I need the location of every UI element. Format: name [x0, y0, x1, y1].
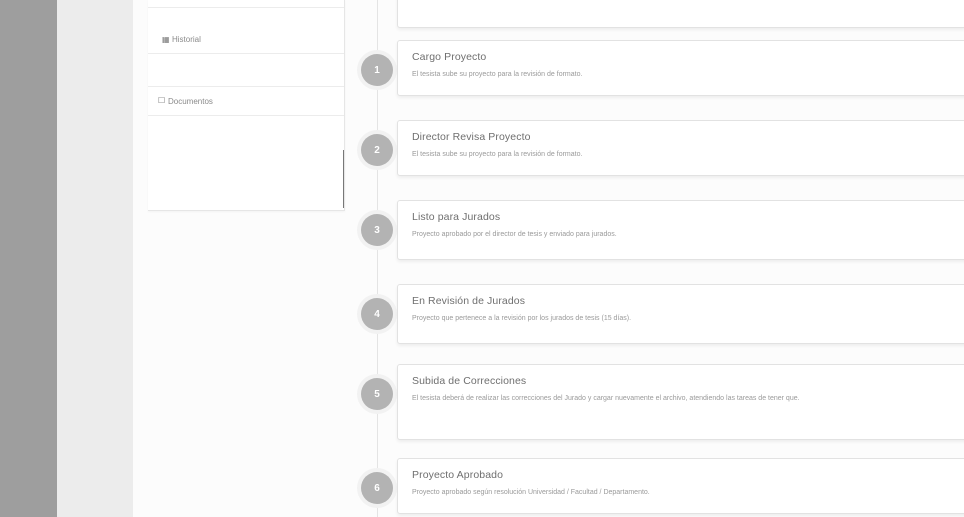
nav-item-label: Historial — [172, 35, 201, 44]
step-title: Cargo Proyecto — [412, 51, 487, 63]
step-card: En Revisión de Jurados Proyecto que pert… — [397, 284, 964, 344]
step-description: El tesista sube su proyecto para la revi… — [412, 151, 583, 158]
nav-item-label: Documentos — [168, 96, 213, 106]
nav-item-historial[interactable]: ▦ Historial — [148, 26, 344, 54]
step-card: Cargo Proyecto El tesista sube su proyec… — [397, 40, 964, 96]
app-window: ▦ Historial ☐ Documentos 1 Cargo Proyect… — [0, 0, 964, 517]
folder-icon: ☐ — [158, 96, 166, 105]
step-title: Proyecto Aprobado — [412, 469, 504, 481]
step-description: Proyecto que pertenece a la revisión por… — [412, 315, 632, 322]
step-title: En Revisión de Jurados — [412, 295, 526, 307]
step-card: Director Revisa Proyecto El tesista sube… — [397, 120, 964, 176]
step-card: Proyecto Aprobado Proyecto aprobado segú… — [397, 458, 964, 514]
step-number-badge: 4 — [361, 298, 393, 330]
step-number-badge: 6 — [361, 472, 393, 504]
step-description: El tesista deberá de realizar las correc… — [412, 395, 800, 402]
list-icon: ▦ — [162, 34, 170, 44]
main-sidebar — [0, 0, 57, 517]
step-number-badge: 3 — [361, 214, 393, 246]
step-number-badge: 1 — [361, 54, 393, 86]
text-cursor-divider — [343, 150, 344, 208]
step-card: Subida de Correcciones El tesista deberá… — [397, 364, 964, 440]
step-description: Proyecto aprobado por el director de tes… — [412, 231, 617, 238]
step-card: Listo para Jurados Proyecto aprobado por… — [397, 200, 964, 260]
step-title: Director Revisa Proyecto — [412, 131, 531, 143]
nav-item-partial[interactable] — [148, 0, 344, 8]
nav-item-documentos[interactable]: ☐ Documentos — [148, 86, 344, 116]
timeline-card-partial — [397, 0, 964, 28]
step-description: El tesista sube su proyecto para la revi… — [412, 71, 583, 78]
step-number-badge: 2 — [361, 134, 393, 166]
step-title: Subida de Correcciones — [412, 375, 527, 387]
step-description: Proyecto aprobado según resolución Unive… — [412, 489, 650, 496]
step-title: Listo para Jurados — [412, 211, 501, 223]
step-number-badge: 5 — [361, 378, 393, 410]
sidebar-gutter — [57, 0, 133, 517]
side-nav-card: ▦ Historial ☐ Documentos — [148, 0, 345, 211]
